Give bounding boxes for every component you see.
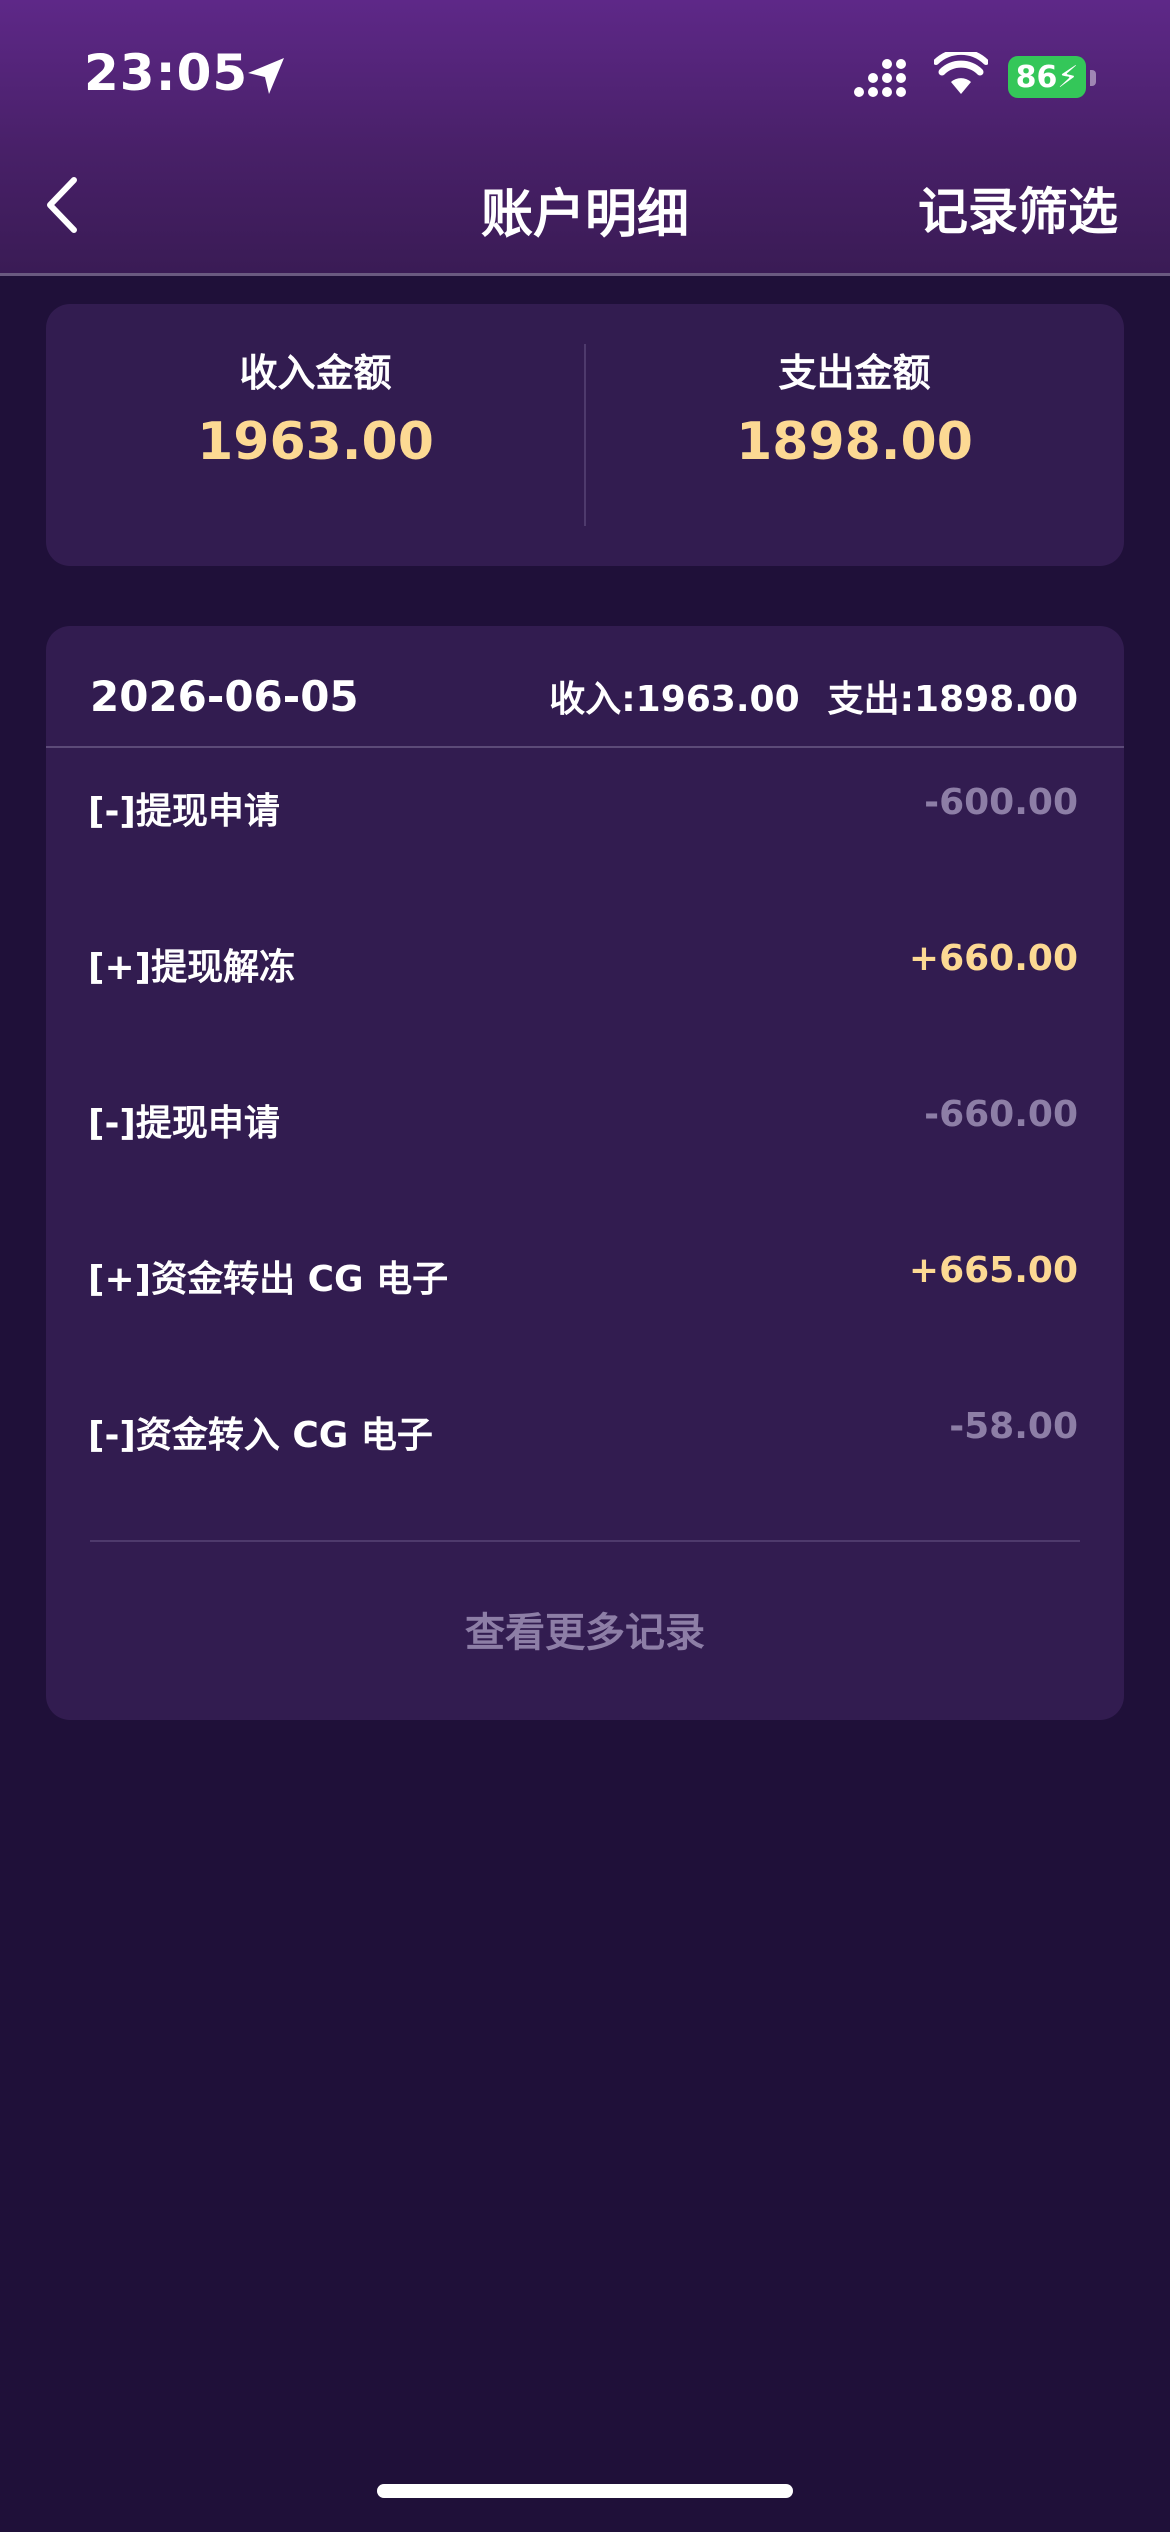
status-time: 23:05 [84, 44, 249, 102]
record-row[interactable]: [-]提现申请 -660.00 [46, 1068, 1124, 1168]
day-expense-total: 支出:1898.00 [827, 679, 1078, 720]
view-more-records-button[interactable]: 查看更多记录 [46, 1600, 1124, 1658]
income-value: 1963.00 [197, 412, 434, 472]
records-totals: 收入:1963.00 支出:1898.00 [549, 670, 1078, 722]
record-label: [+]资金转出 CG 电子 [88, 1259, 449, 1300]
record-row[interactable]: [+]提现解冻 +660.00 [46, 912, 1124, 1012]
records-date-header: 2026-06-05 收入:1963.00 支出:1898.00 [46, 626, 1124, 748]
filter-records-button[interactable]: 记录筛选 [918, 172, 1118, 244]
battery-charging-icon: 86 ⚡ [1008, 56, 1086, 98]
header: 23:05 86 ⚡ 账户明细 记录筛选 [0, 0, 1170, 276]
record-amount: -660.00 [924, 1094, 1078, 1135]
day-income-total: 收入:1963.00 [549, 679, 800, 720]
location-arrow-icon [248, 58, 284, 94]
record-amount: +660.00 [908, 938, 1078, 979]
expense-label: 支出金额 [778, 351, 931, 395]
battery-tip [1090, 70, 1096, 86]
summary-card: 收入金额 1963.00 支出金额 1898.00 [46, 304, 1124, 566]
record-row[interactable]: [-]提现申请 -600.00 [46, 756, 1124, 856]
record-amount: +665.00 [908, 1250, 1078, 1291]
expense-summary: 支出金额 1898.00 [585, 304, 1124, 566]
home-indicator[interactable] [377, 2484, 793, 2498]
record-label: [-]提现申请 [88, 1103, 280, 1144]
record-amount: -58.00 [949, 1406, 1078, 1447]
expense-value: 1898.00 [736, 412, 973, 472]
record-label: [-]资金转入 CG 电子 [88, 1415, 433, 1456]
records-card: 2026-06-05 收入:1963.00 支出:1898.00 [-]提现申请 … [46, 626, 1124, 1720]
record-row[interactable]: [+]资金转出 CG 电子 +665.00 [46, 1224, 1124, 1324]
income-summary: 收入金额 1963.00 [46, 304, 585, 566]
more-divider [90, 1540, 1080, 1542]
income-label: 收入金额 [239, 351, 392, 395]
record-row[interactable]: [-]资金转入 CG 电子 -58.00 [46, 1380, 1124, 1480]
battery-level: 86 [1015, 59, 1058, 95]
record-amount: -600.00 [924, 782, 1078, 823]
records-date: 2026-06-05 [90, 672, 359, 721]
wifi-icon [934, 52, 988, 94]
record-label: [-]提现申请 [88, 791, 280, 832]
signal-icon [854, 59, 906, 97]
record-label: [+]提现解冻 [88, 947, 296, 988]
